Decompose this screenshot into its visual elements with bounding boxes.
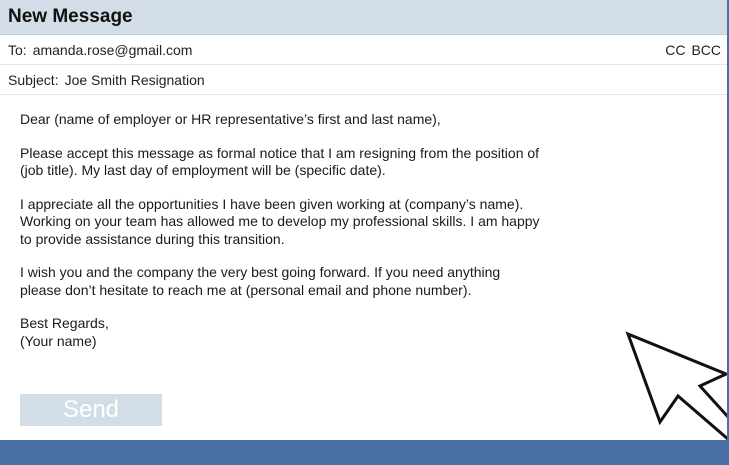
signoff-text: Best Regards, (Your name)	[20, 315, 109, 349]
subject-field[interactable]: Subject: Joe Smith Resignation	[8, 72, 727, 88]
message-body[interactable]: Dear (name of employer or HR representat…	[0, 95, 727, 350]
subject-label: Subject:	[8, 71, 59, 88]
paragraph-notice: Please accept this message as formal not…	[20, 144, 540, 179]
paragraph-appreciation: I appreciate all the opportunities I hav…	[20, 195, 540, 247]
subject-value[interactable]: Joe Smith Resignation	[65, 72, 205, 88]
to-value[interactable]: amanda.rose@gmail.com	[33, 42, 193, 58]
to-row: To: amanda.rose@gmail.com CC BCC	[0, 35, 727, 65]
to-field[interactable]: To: amanda.rose@gmail.com	[8, 42, 665, 58]
mouse-pointer-icon	[625, 331, 727, 440]
to-label: To:	[8, 41, 27, 58]
title-bar: New Message	[0, 0, 727, 35]
compose-window: New Message To: amanda.rose@gmail.com CC…	[0, 0, 729, 440]
paragraph-closing: I wish you and the company the very best…	[20, 264, 501, 298]
window-title: New Message	[8, 6, 133, 27]
greeting-text: Dear (name of employer or HR representat…	[20, 111, 441, 127]
bottom-border	[0, 440, 729, 465]
cc-button[interactable]: CC	[665, 42, 685, 58]
bcc-button[interactable]: BCC	[691, 42, 721, 58]
send-button[interactable]: Send	[20, 394, 162, 426]
subject-row: Subject: Joe Smith Resignation	[0, 65, 727, 95]
cc-bcc-group: CC BCC	[665, 42, 727, 58]
